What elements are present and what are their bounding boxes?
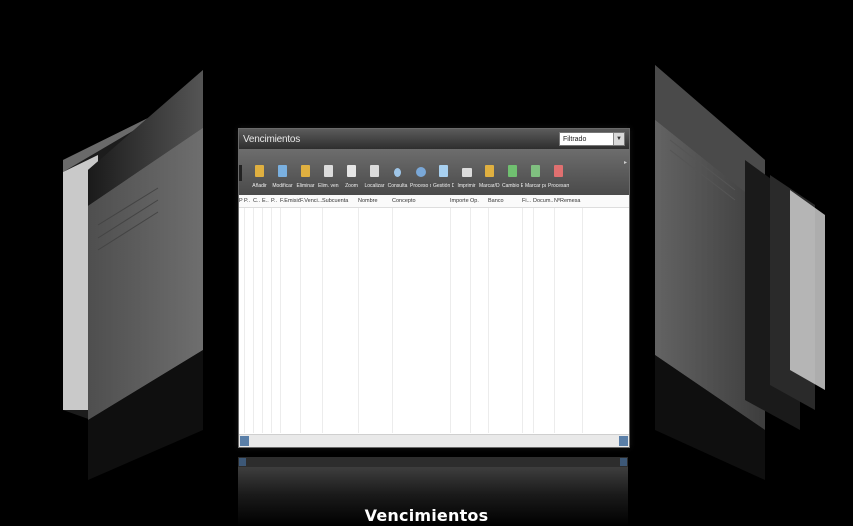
window-caption: Vencimientos: [364, 506, 489, 525]
management-button-label: Gestión D...: [433, 183, 454, 189]
background-window-right[interactable]: [625, 10, 845, 526]
vencimientos-window[interactable]: Vencimientos Filtrado ▼ Añadir Modificar…: [238, 128, 630, 448]
background-window-left[interactable]: [8, 10, 228, 526]
change-status-button[interactable]: Cambio E...: [502, 165, 523, 189]
zoom-button[interactable]: Zoom: [341, 165, 362, 189]
window-titlebar[interactable]: Vencimientos Filtrado ▼: [239, 129, 629, 149]
reflection-arrow: [239, 458, 246, 466]
scroll-right-arrow-icon[interactable]: [619, 436, 628, 446]
chevron-right-icon[interactable]: ▸: [624, 159, 627, 166]
print-button[interactable]: Imprimir: [456, 168, 477, 189]
print-icon: [461, 168, 472, 177]
delete-due-icon: [324, 165, 333, 177]
mark-button[interactable]: Marcar/D...: [479, 165, 500, 189]
change-status-button-label: Cambio E...: [502, 183, 523, 189]
background-window-left-graphic: [63, 70, 203, 480]
column-header[interactable]: Importe: [450, 198, 470, 204]
delete-button[interactable]: Eliminar: [295, 165, 316, 189]
column-header[interactable]: Docum...: [533, 198, 554, 204]
query-button[interactable]: Consulta: [387, 168, 408, 189]
add-button[interactable]: Añadir: [249, 165, 270, 189]
window-switcher-overlay: Vencimientos Filtrado ▼ Añadir Modificar…: [8, 10, 845, 526]
filter-select[interactable]: Filtrado ▼: [559, 132, 625, 146]
locate-button[interactable]: Localizar: [364, 165, 385, 189]
scroll-left-arrow-icon[interactable]: [240, 436, 249, 446]
column-header[interactable]: F.Emisión: [280, 198, 300, 204]
column-header[interactable]: Fi...: [522, 198, 533, 204]
process-icon: [415, 167, 426, 177]
locate-icon: [370, 165, 379, 177]
column-header[interactable]: C..: [253, 198, 262, 204]
processing-button-label: Procesam...: [548, 183, 569, 189]
toolbar: Añadir Modificar Eliminar Elim. ven... Z…: [239, 149, 629, 195]
chevron-down-icon[interactable]: ▼: [613, 133, 624, 145]
zoom-button-label: Zoom: [345, 183, 358, 189]
delete-doc-icon: [301, 165, 310, 177]
column-header[interactable]: F.Venci...: [300, 198, 322, 204]
mark-paid-button-label: Marcar pa...: [525, 183, 546, 189]
change-status-icon: [508, 165, 517, 177]
delete-button-label: Eliminar: [296, 183, 315, 189]
query-icon: [394, 168, 401, 177]
column-header[interactable]: E..: [262, 198, 271, 204]
add-button-label: Añadir: [252, 183, 267, 189]
column-header[interactable]: P..: [271, 198, 280, 204]
column-header[interactable]: NºRemesa: [554, 198, 582, 204]
window-title: Vencimientos: [243, 133, 301, 145]
column-header[interactable]: P..: [244, 198, 253, 204]
mark-icon: [485, 165, 494, 177]
reflection-scrollbar: [238, 457, 628, 467]
print-button-label: Imprimir: [457, 183, 476, 189]
column-header[interactable]: Subcuenta: [322, 198, 358, 204]
delete-due-button-label: Elim. ven...: [318, 183, 339, 189]
modify-button[interactable]: Modificar: [272, 165, 293, 189]
column-header[interactable]: Banco: [488, 198, 522, 204]
horizontal-scrollbar[interactable]: [239, 434, 629, 447]
processing-icon: [554, 165, 563, 177]
reflection-arrow: [620, 458, 627, 466]
grid-header: P P.. C.. E.. P.. F.Emisión F.Venci... S…: [239, 195, 629, 208]
mark-button-label: Marcar/D...: [479, 183, 500, 189]
locate-button-label: Localizar: [364, 183, 385, 189]
add-doc-icon: [255, 165, 264, 177]
zoom-icon: [347, 165, 356, 177]
toolbar-grip[interactable]: [239, 165, 242, 181]
management-button[interactable]: Gestión D...: [433, 165, 454, 189]
column-header[interactable]: Nombre: [358, 198, 392, 204]
mark-paid-icon: [531, 165, 540, 177]
data-grid[interactable]: [239, 208, 629, 433]
process-button-label: Proceso d...: [410, 183, 431, 189]
process-button[interactable]: Proceso d...: [410, 167, 431, 189]
background-window-right-graphic: [655, 65, 825, 480]
mark-paid-button[interactable]: Marcar pa...: [525, 165, 546, 189]
column-header[interactable]: Op.: [470, 198, 488, 204]
query-button-label: Consulta: [387, 183, 408, 189]
processing-button[interactable]: Procesam...: [548, 165, 569, 189]
modify-button-label: Modificar: [272, 183, 293, 189]
delete-due-button[interactable]: Elim. ven...: [318, 165, 339, 189]
management-icon: [439, 165, 448, 177]
filter-select-value: Filtrado: [563, 135, 587, 143]
column-header[interactable]: Concepto: [392, 198, 450, 204]
edit-doc-icon: [278, 165, 287, 177]
